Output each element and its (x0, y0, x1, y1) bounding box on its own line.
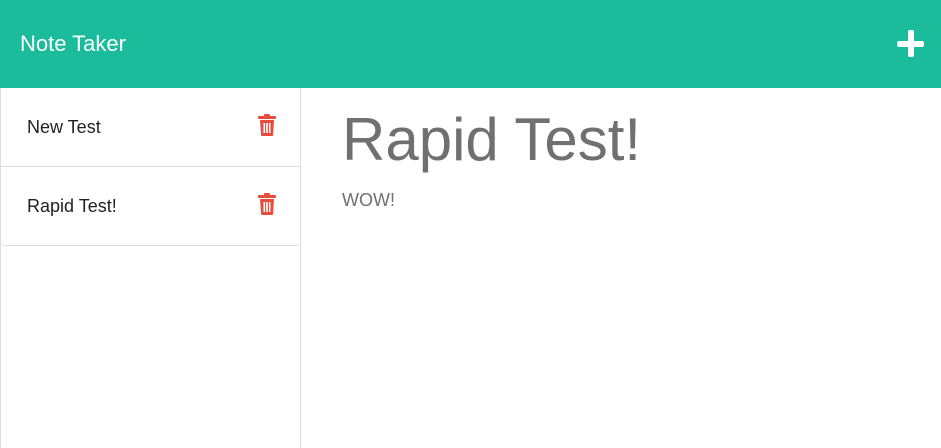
trash-icon[interactable] (257, 114, 277, 136)
note-list: New Test Rapid Test! (1, 88, 300, 246)
new-note-plus-icon[interactable] (897, 30, 925, 58)
note-title-field[interactable]: Rapid Test! (342, 104, 641, 176)
notes-sidebar: New Test Rapid Test! (0, 88, 301, 448)
note-list-item-title[interactable]: Rapid Test! (27, 195, 117, 217)
navbar: Note Taker (0, 0, 941, 88)
note-editor: Rapid Test! WOW! (302, 88, 941, 448)
note-list-item[interactable]: Rapid Test! (1, 167, 300, 246)
note-list-item-title[interactable]: New Test (27, 116, 101, 138)
note-text-field[interactable]: WOW! (342, 188, 395, 212)
app-title[interactable]: Note Taker (20, 30, 126, 58)
trash-icon[interactable] (257, 193, 277, 215)
note-list-item[interactable]: New Test (1, 88, 300, 167)
